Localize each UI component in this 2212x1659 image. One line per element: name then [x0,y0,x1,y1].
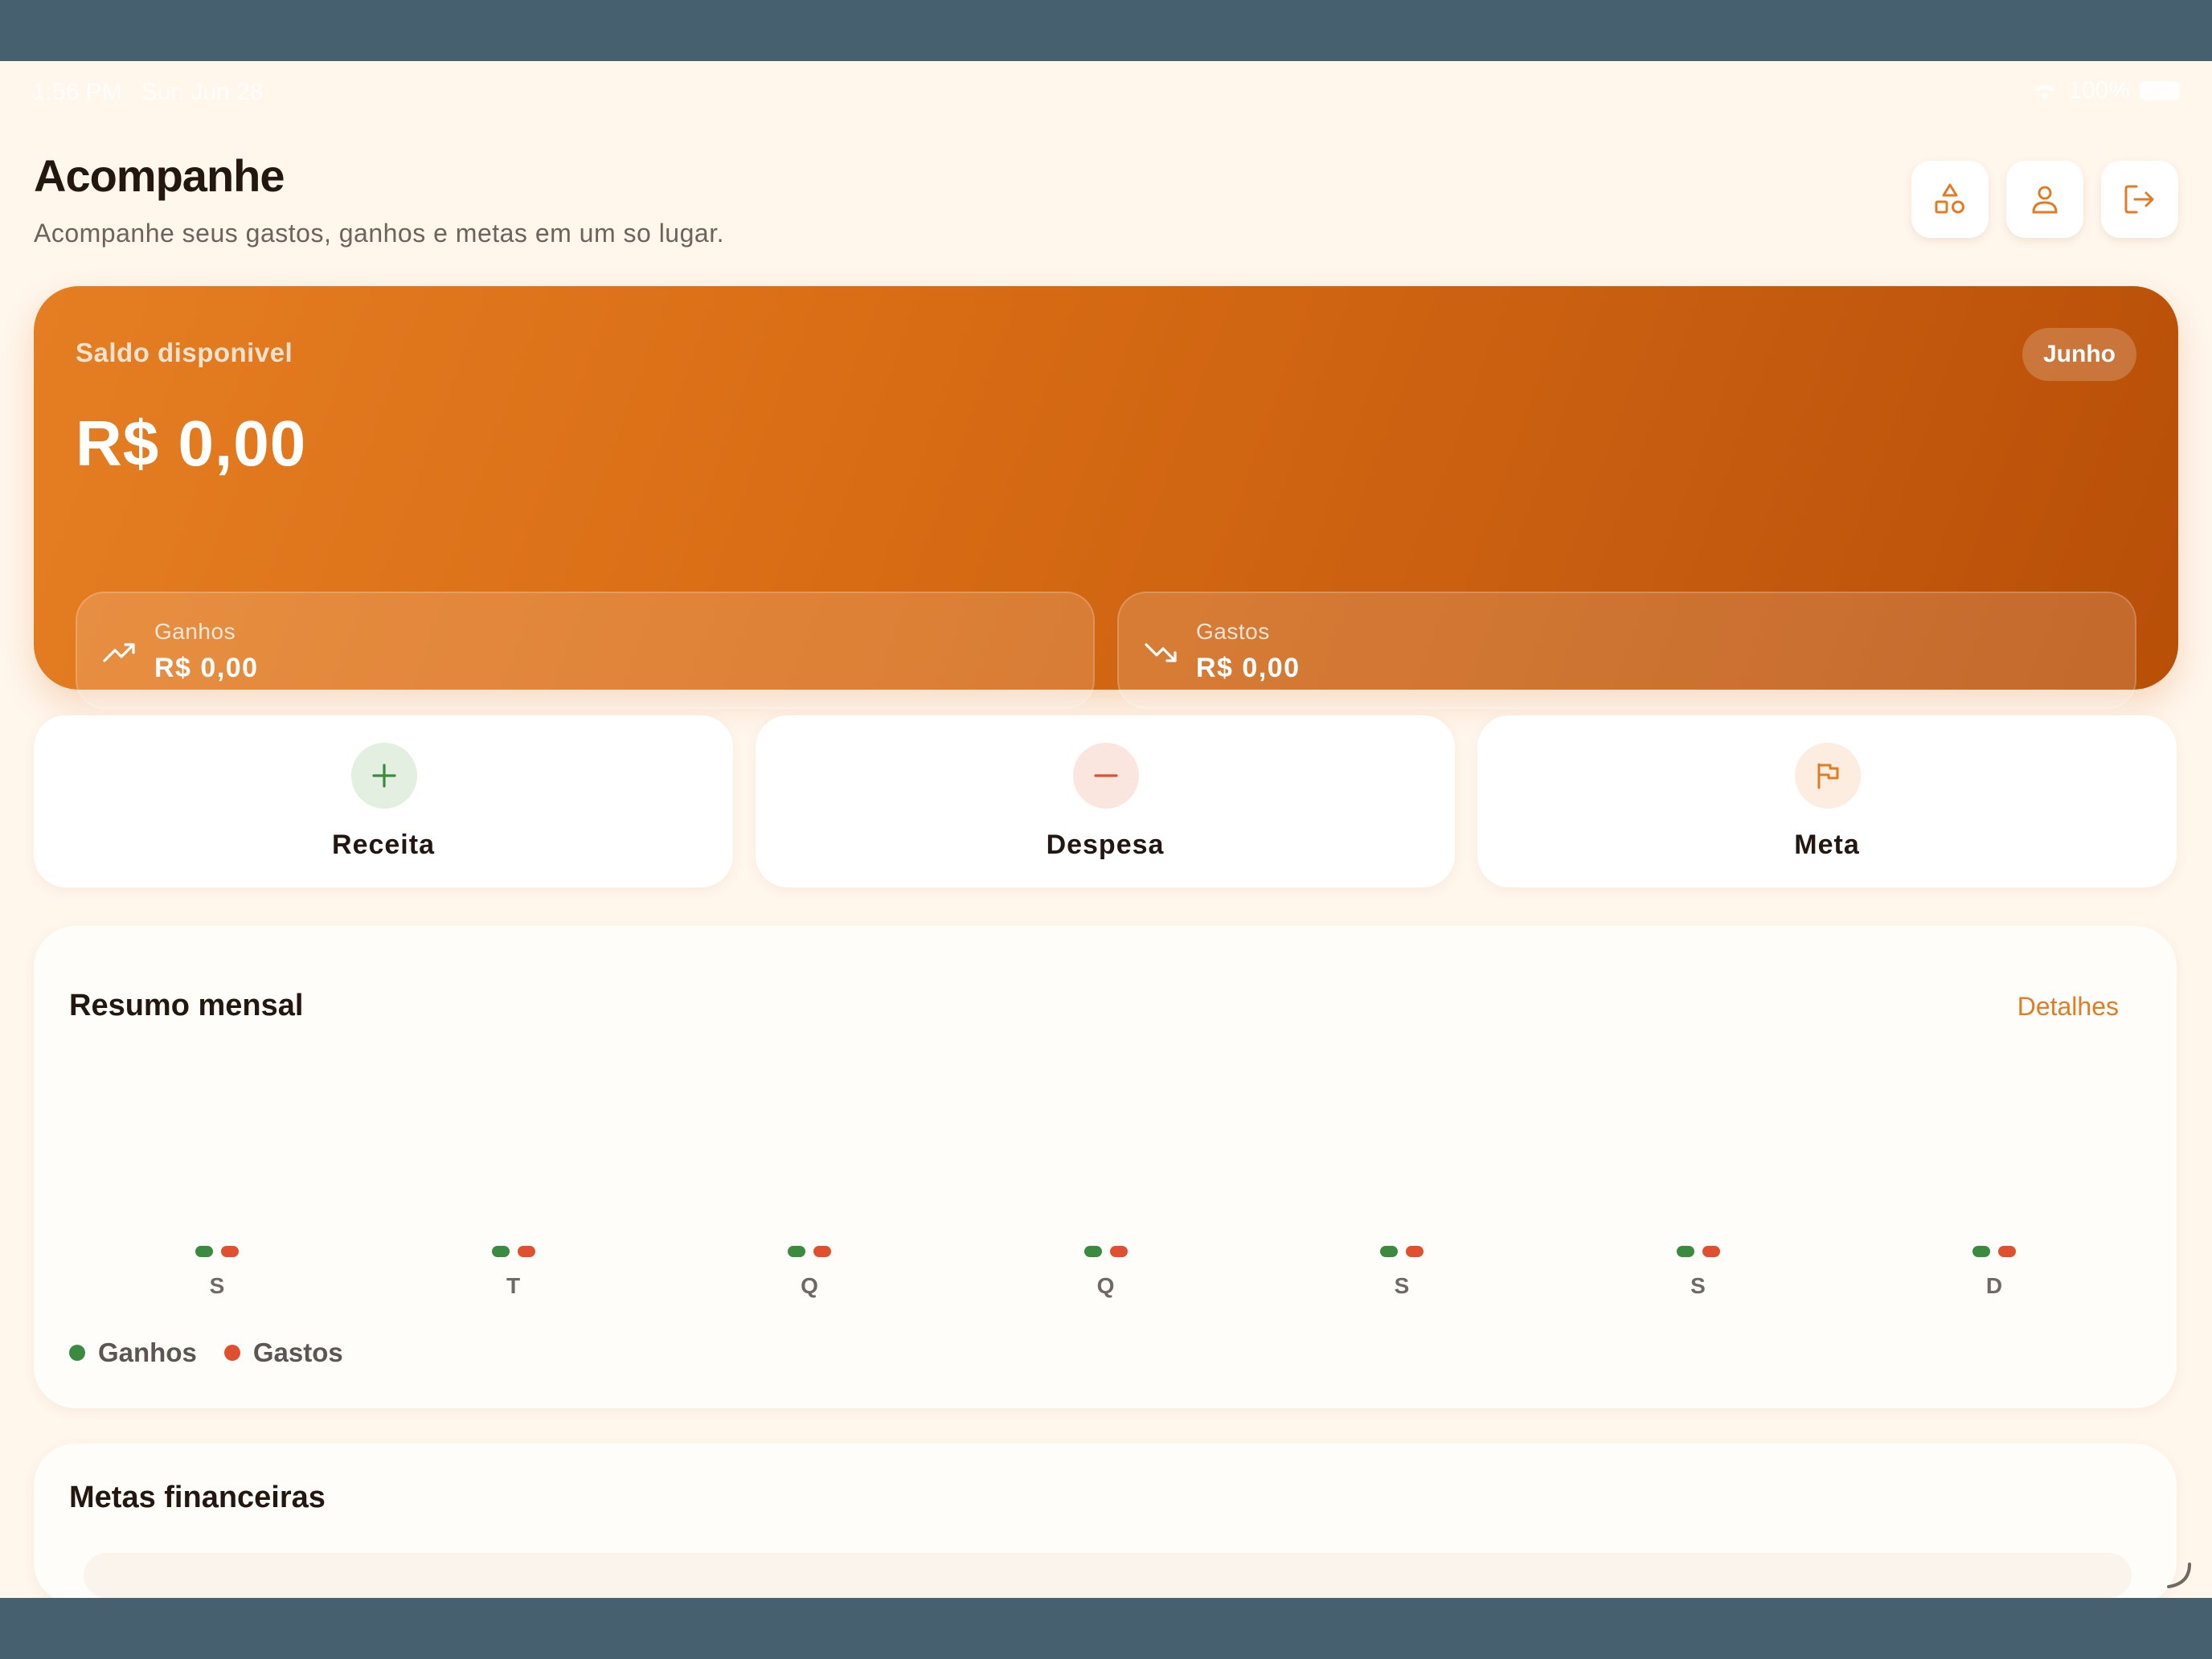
chart-legend: Ganhos Gastos [69,1337,371,1368]
balance-value: R$ 0,00 [76,408,307,479]
categories-button[interactable] [1911,161,1989,238]
chart-day: Q [761,1246,858,1299]
person-icon [2032,186,2058,214]
chart-day: D [1946,1246,2042,1299]
status-time: 1:56 PM [32,79,122,105]
expense-label: Gastos [1196,619,1270,644]
profile-button[interactable] [2006,161,2083,238]
wifi-icon [2035,85,2055,100]
expense-bar [517,1246,535,1257]
financial-goals-title: Metas financeiras [69,1481,326,1514]
balance-card: Saldo disponivel Junho R$ 0,00 Ganhos R$… [34,286,2178,709]
day-label: S [1690,1273,1706,1298]
chart-day: Q [1058,1246,1154,1299]
expense-bar [1702,1246,1720,1257]
logout-button[interactable] [2101,161,2178,238]
expense-bar [813,1246,831,1257]
day-label: Q [1096,1273,1115,1298]
add-expense-button[interactable]: Despesa [756,715,1455,887]
chart-day: S [169,1246,265,1299]
add-goal-button[interactable]: Meta [1477,715,2177,887]
income-bar [1676,1246,1694,1257]
expense-bar [1998,1246,2016,1257]
day-label: S [209,1273,225,1298]
income-bar [1380,1246,1398,1257]
page-subtitle: Acompanhe seus gastos, ganhos e metas em… [34,219,724,248]
logout-icon [2124,185,2154,214]
battery-percent: 100% [2068,77,2130,104]
chart-day: T [465,1246,562,1299]
goals-list-placeholder [84,1553,2132,1598]
day-label: D [1985,1273,2003,1298]
expense-bar [221,1246,239,1257]
add-income-label: Receita [332,830,435,860]
income-bar [788,1246,805,1257]
add-goal-label: Meta [1794,830,1860,860]
goal-circle [1795,743,1861,809]
device-frame-bottom [0,1598,2212,1659]
income-legend-dot [69,1345,85,1361]
day-label: Q [801,1273,818,1298]
device-frame-top [0,0,2212,61]
page-title: Acompanhe [34,150,285,201]
trending-up-icon [103,643,135,662]
legend-income-label: Ganhos [98,1337,197,1367]
income-circle [351,743,417,809]
flag-icon [1817,763,1839,789]
expense-bar [1406,1246,1423,1257]
legend-income: Ganhos [69,1337,197,1368]
day-label: S [1394,1273,1410,1298]
expense-bar [1109,1246,1128,1257]
battery-icon [2140,81,2180,100]
trending-down-icon [1145,643,1177,662]
expense-card: Gastos R$ 0,00 [1117,592,2136,709]
month-selector[interactable]: Junho [2022,328,2136,381]
status-date: Sun Jun 28 [141,79,264,105]
plus-icon [372,764,396,788]
add-income-button[interactable]: Receita [34,715,733,887]
chart-day: S [1354,1246,1450,1299]
day-label: T [506,1273,521,1298]
income-bar [195,1246,213,1257]
balance-label: Saldo disponivel [76,338,293,367]
chart-day: S [1650,1246,1747,1299]
legend-expense: Gastos [223,1337,343,1368]
details-link[interactable]: Detalhes [2017,992,2119,1022]
minus-icon [1094,774,1118,777]
income-value: R$ 0,00 [154,653,259,683]
monthly-summary-title: Resumo mensal [69,989,304,1022]
resize-handle-icon [2167,1563,2191,1588]
legend-expense-label: Gastos [252,1337,343,1367]
income-card: Ganhos R$ 0,00 [76,592,1095,709]
income-bar [1083,1246,1102,1257]
add-expense-label: Despesa [1046,830,1165,860]
income-bar [1972,1246,1990,1257]
expense-legend-dot [223,1345,240,1361]
expense-circle [1073,743,1139,809]
income-label: Ganhos [154,619,236,644]
monthly-summary-card [34,926,2177,1408]
shapes-icon [1935,183,1964,214]
income-bar [491,1246,510,1257]
status-bar: 1:56 PM Sun Jun 28 100% [0,61,2212,122]
expense-value: R$ 0,00 [1196,653,1301,683]
